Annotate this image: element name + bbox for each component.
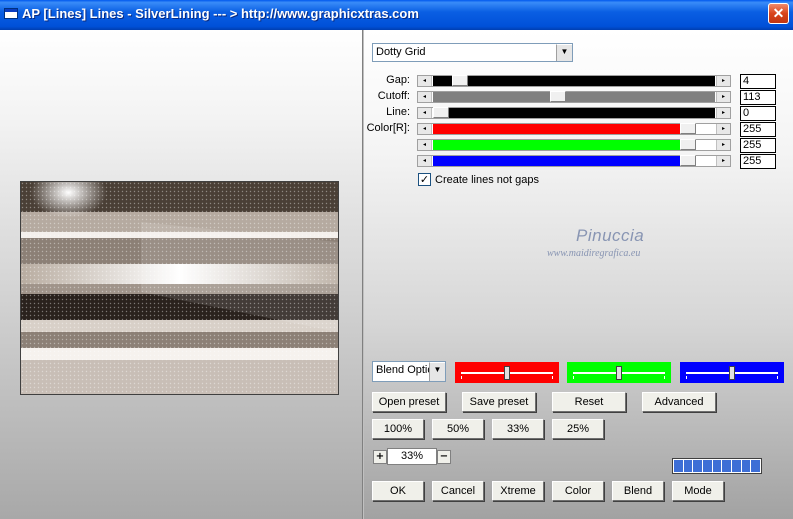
arrow-left-icon[interactable]: ◂ xyxy=(418,156,432,166)
zoom-minus-button[interactable]: − xyxy=(437,450,451,464)
preset-dropdown[interactable]: Dotty Grid ▼ xyxy=(372,43,573,62)
param-label: Line: xyxy=(386,106,410,118)
arrow-right-icon[interactable]: ▸ xyxy=(716,108,730,118)
slider-knob[interactable] xyxy=(504,366,510,380)
progress-segment xyxy=(722,460,732,472)
param-slider[interactable]: ◂ ▸ xyxy=(417,139,731,151)
advanced-button[interactable]: Advanced xyxy=(642,392,716,412)
slider-fill xyxy=(433,124,695,134)
slider-knob[interactable] xyxy=(616,366,622,380)
slider-fill xyxy=(433,92,715,102)
channel-slider-red[interactable] xyxy=(455,362,559,383)
arrow-left-icon[interactable]: ◂ xyxy=(418,124,432,134)
create-lines-label: Create lines not gaps xyxy=(435,174,539,186)
title-bar: AP [Lines] Lines - SilverLining --- > ht… xyxy=(0,0,793,30)
watermark-site: www.maidiregrafica.eu xyxy=(547,248,641,259)
slider-fill xyxy=(433,76,715,86)
param-label: Cutoff: xyxy=(377,90,410,102)
slider-thumb[interactable] xyxy=(433,107,449,118)
slider-thumb[interactable] xyxy=(680,123,696,134)
slider-track xyxy=(433,123,715,134)
ok-button[interactable]: OK xyxy=(372,481,424,501)
save-preset-button[interactable]: Save preset xyxy=(462,392,536,412)
zoom-33-button[interactable]: 33% xyxy=(492,419,544,439)
progress-segment xyxy=(674,460,683,472)
progress-segment xyxy=(693,460,703,472)
progress-segment xyxy=(751,460,761,472)
param-value-field[interactable]: 255 xyxy=(740,122,776,137)
arrow-right-icon[interactable]: ▸ xyxy=(716,76,730,86)
preview-image-graphic xyxy=(21,182,338,394)
progress-segment xyxy=(712,460,722,472)
zoom-25-button[interactable]: 25% xyxy=(552,419,604,439)
param-slider[interactable]: ◂ ▸ xyxy=(417,75,731,87)
arrow-left-icon[interactable]: ◂ xyxy=(418,76,432,86)
slider-thumb[interactable] xyxy=(680,139,696,150)
zoom-input[interactable]: 33% xyxy=(387,448,437,465)
slider-track xyxy=(433,139,715,150)
xtreme-button[interactable]: Xtreme xyxy=(492,481,544,501)
slider-track xyxy=(433,91,715,102)
param-slider[interactable]: ◂ ▸ xyxy=(417,91,731,103)
param-slider[interactable]: ◂ ▸ xyxy=(417,123,731,135)
blend-button[interactable]: Blend xyxy=(612,481,664,501)
progress-segment xyxy=(732,460,741,472)
slider-fill xyxy=(433,140,695,150)
arrow-left-icon[interactable]: ◂ xyxy=(418,108,432,118)
slider-thumb[interactable] xyxy=(680,155,696,166)
slider-thumb[interactable] xyxy=(452,75,468,86)
slider-thumb[interactable] xyxy=(550,91,566,102)
param-value-field[interactable]: 113 xyxy=(740,90,776,105)
preview-pane xyxy=(0,30,363,519)
zoom-plus-button[interactable]: + xyxy=(373,450,387,464)
close-button[interactable]: ✕ xyxy=(768,3,789,24)
reset-button[interactable]: Reset xyxy=(552,392,626,412)
progress-segment xyxy=(703,460,712,472)
slider-fill xyxy=(433,156,695,166)
param-value-field[interactable]: 4 xyxy=(740,74,776,89)
slider-track xyxy=(433,75,715,86)
create-lines-checkbox[interactable]: ✓ xyxy=(418,173,431,186)
channel-slider-green[interactable] xyxy=(567,362,671,383)
param-slider[interactable]: ◂ ▸ xyxy=(417,155,731,167)
window-title: AP [Lines] Lines - SilverLining --- > ht… xyxy=(22,6,419,21)
arrow-right-icon[interactable]: ▸ xyxy=(716,140,730,150)
mode-button[interactable]: Mode xyxy=(672,481,724,501)
blend-options-dropdown[interactable]: Blend Optio ▼ xyxy=(372,361,446,382)
slider-knob[interactable] xyxy=(729,366,735,380)
slider-fill xyxy=(433,108,715,118)
cancel-button[interactable]: Cancel xyxy=(432,481,484,501)
blend-options-value: Blend Optio xyxy=(376,364,432,376)
channel-slider-blue[interactable] xyxy=(680,362,784,383)
settings-pane: Dotty Grid ▼ Gap: ◂ ▸ 4 Cutoff: ◂ ▸ 113 Line: ◂ ▸ 0… xyxy=(364,30,793,519)
slider-track xyxy=(433,155,715,166)
progress-bar xyxy=(672,458,762,474)
arrow-right-icon[interactable]: ▸ xyxy=(716,156,730,166)
param-slider[interactable]: ◂ ▸ xyxy=(417,107,731,119)
slider-track xyxy=(433,107,715,118)
param-value-field[interactable]: 255 xyxy=(740,138,776,153)
param-value-field[interactable]: 0 xyxy=(740,106,776,121)
arrow-right-icon[interactable]: ▸ xyxy=(716,92,730,102)
zoom-100-button[interactable]: 100% xyxy=(372,419,424,439)
window-icon xyxy=(4,8,18,19)
param-value-field[interactable]: 255 xyxy=(740,154,776,169)
chevron-down-icon[interactable]: ▼ xyxy=(556,44,572,61)
zoom-50-button[interactable]: 50% xyxy=(432,419,484,439)
arrow-left-icon[interactable]: ◂ xyxy=(418,140,432,150)
arrow-left-icon[interactable]: ◂ xyxy=(418,92,432,102)
preview-image xyxy=(20,181,339,395)
param-label: Color[R]: xyxy=(366,122,410,134)
param-label: Gap: xyxy=(386,74,410,86)
color-button[interactable]: Color xyxy=(552,481,604,501)
preset-dropdown-value: Dotty Grid xyxy=(376,46,426,58)
watermark-name: Pinuccia xyxy=(576,226,645,245)
arrow-right-icon[interactable]: ▸ xyxy=(716,124,730,134)
progress-segment xyxy=(741,460,751,472)
progress-segment xyxy=(683,460,693,472)
open-preset-button[interactable]: Open preset xyxy=(372,392,446,412)
chevron-down-icon[interactable]: ▼ xyxy=(429,362,445,381)
